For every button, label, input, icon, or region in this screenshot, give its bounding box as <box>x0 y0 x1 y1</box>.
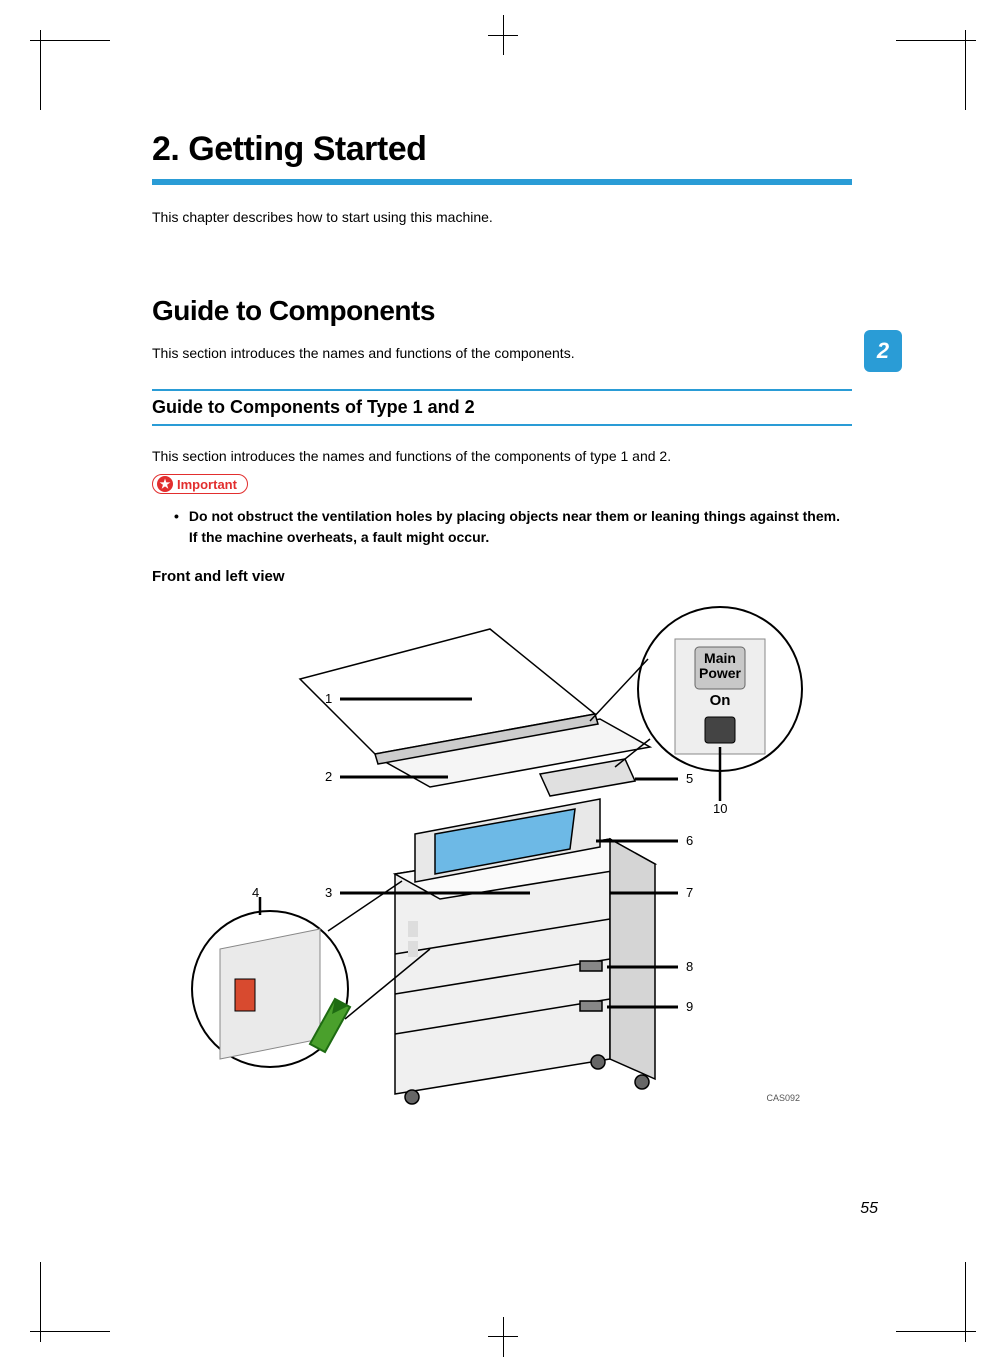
crop-mark <box>30 1331 110 1332</box>
copier-illustration: Main Power On <box>180 599 820 1109</box>
subsection-intro: This section introduces the names and fu… <box>152 448 852 464</box>
component-figure: Main Power On <box>180 599 820 1109</box>
callout-1: 1 <box>325 691 332 706</box>
important-badge: ★ Important <box>152 474 248 494</box>
inset-main-label: Main <box>704 650 736 666</box>
inset-on-label: On <box>710 692 731 709</box>
important-text: Do not obstruct the ventilation holes by… <box>189 506 852 548</box>
chapter-title: 2. Getting Started <box>152 130 852 169</box>
crop-mark <box>896 40 976 41</box>
svg-text:Power: Power <box>699 665 742 681</box>
chapter-intro: This chapter describes how to start usin… <box>152 209 852 225</box>
callout-2: 2 <box>325 769 332 784</box>
callout-8: 8 <box>686 959 693 974</box>
important-label: Important <box>177 477 237 492</box>
callout-4: 4 <box>252 885 259 900</box>
crop-mark <box>503 1317 504 1357</box>
important-bullet: • Do not obstruct the ventilation holes … <box>174 506 852 548</box>
crop-mark <box>896 1331 976 1332</box>
subsection-title: Guide to Components of Type 1 and 2 <box>152 397 852 426</box>
page-number: 55 <box>860 1200 878 1218</box>
section-tab: 2 <box>864 330 902 372</box>
callout-7: 7 <box>686 885 693 900</box>
star-icon: ★ <box>157 476 173 492</box>
callout-9: 9 <box>686 999 693 1014</box>
crop-mark <box>488 1336 518 1337</box>
callout-6: 6 <box>686 833 693 848</box>
callout-3: 3 <box>325 885 332 900</box>
callout-5: 5 <box>686 771 693 786</box>
callout-10: 10 <box>713 801 727 816</box>
page-content: 2. Getting Started This chapter describe… <box>152 130 852 1109</box>
chapter-rule <box>152 179 852 185</box>
view-label: Front and left view <box>152 568 852 585</box>
crop-mark <box>488 35 518 36</box>
crop-mark <box>40 30 41 110</box>
section-title: Guide to Components <box>152 295 852 327</box>
crop-mark <box>965 1262 966 1342</box>
image-code: CAS092 <box>766 1093 800 1103</box>
subsection-header: Guide to Components of Type 1 and 2 <box>152 389 852 426</box>
bullet-dot-icon: • <box>174 506 179 548</box>
section-intro: This section introduces the names and fu… <box>152 345 852 361</box>
crop-mark <box>40 1262 41 1342</box>
crop-mark <box>30 40 110 41</box>
crop-mark <box>965 30 966 110</box>
